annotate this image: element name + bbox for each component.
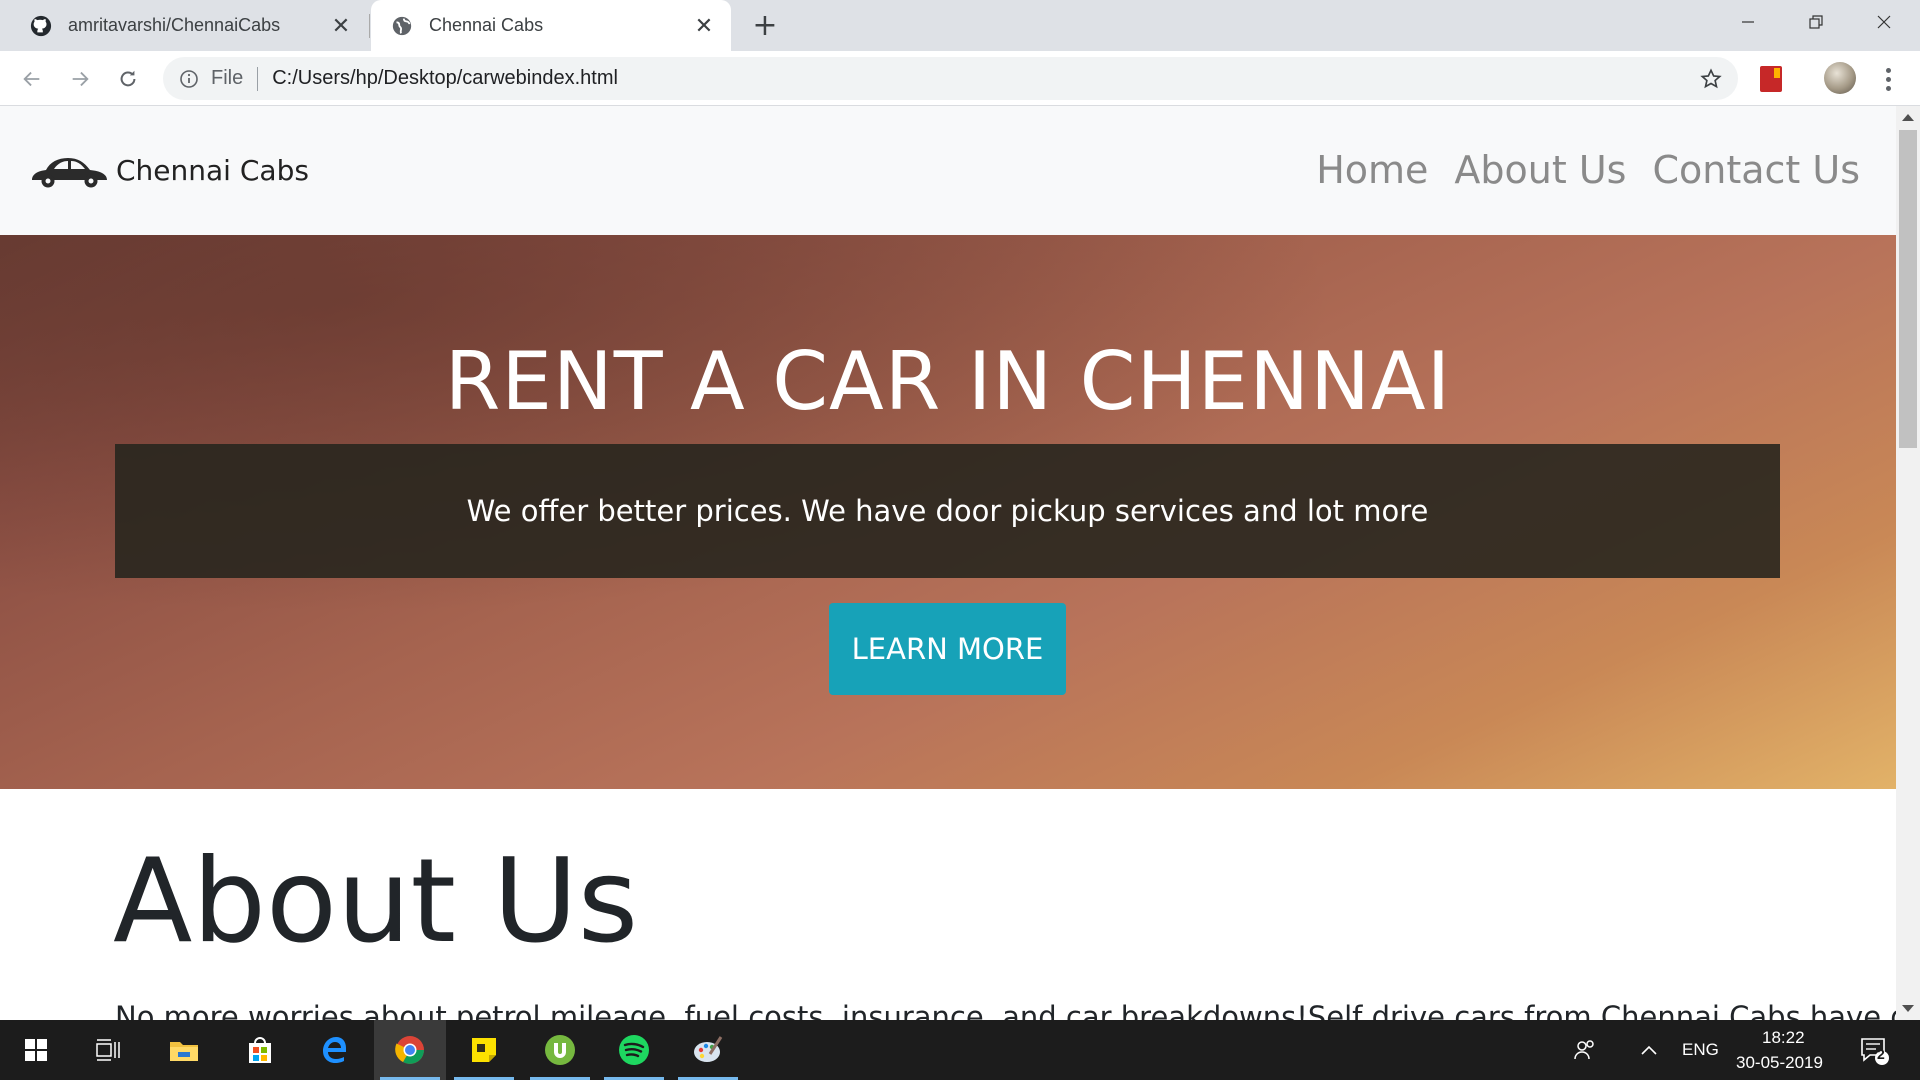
hero-section: RENT A CAR IN CHENNAI We offer better pr… — [0, 235, 1896, 789]
window-close-icon[interactable] — [1850, 0, 1918, 44]
hero-subtitle: We offer better prices. We have door pic… — [466, 494, 1429, 528]
about-paragraph: No more worries about petrol mileage, fu… — [115, 1000, 1896, 1020]
url-text[interactable]: C:/Users/hp/Desktop/carwebindex.html — [272, 67, 1696, 90]
action-center-icon[interactable]: 2 — [1844, 1020, 1904, 1080]
windows-start-icon[interactable] — [0, 1020, 72, 1080]
page-viewport: Chennai Cabs Home About Us Contact Us RE… — [0, 106, 1896, 1020]
minimize-icon[interactable] — [1714, 0, 1782, 44]
info-icon[interactable] — [177, 67, 201, 91]
nav-link-contact[interactable]: Contact Us — [1652, 148, 1860, 192]
task-view-icon[interactable] — [72, 1020, 144, 1080]
hero-banner: We offer better prices. We have door pic… — [115, 444, 1780, 578]
edge-icon[interactable] — [298, 1020, 370, 1080]
reload-icon[interactable] — [110, 61, 146, 97]
people-icon[interactable] — [1560, 1020, 1610, 1080]
globe-icon — [389, 13, 415, 39]
address-bar[interactable]: File C:/Users/hp/Desktop/carwebindex.htm… — [163, 57, 1738, 100]
browser-menu-icon[interactable] — [1876, 63, 1900, 95]
spotify-icon[interactable] — [598, 1020, 670, 1080]
back-arrow-icon[interactable] — [14, 61, 50, 97]
notification-count: 2 — [1877, 1046, 1885, 1062]
clock-time[interactable]: 18:22 — [1762, 1028, 1805, 1048]
github-icon — [28, 13, 54, 39]
site-navbar: Chennai Cabs Home About Us Contact Us — [0, 106, 1896, 235]
page-scrollbar[interactable] — [1896, 106, 1920, 1020]
language-indicator[interactable]: ENG — [1682, 1040, 1719, 1060]
forward-arrow-icon[interactable] — [62, 61, 98, 97]
extension-icon[interactable] — [1760, 66, 1782, 92]
car-logo-icon — [32, 158, 107, 188]
new-tab-button[interactable]: + — [748, 8, 782, 43]
learn-more-button[interactable]: LEARN MORE — [829, 603, 1066, 695]
tab-github[interactable]: amritavarshi/ChennaiCabs ✕ — [10, 0, 368, 51]
scheme-label: File — [211, 67, 244, 89]
restore-icon[interactable] — [1782, 0, 1850, 44]
tab-separator — [369, 14, 370, 38]
scroll-up-arrow-icon[interactable] — [1902, 114, 1914, 121]
paint-icon[interactable] — [672, 1020, 744, 1080]
file-explorer-icon[interactable] — [148, 1020, 220, 1080]
tab-title: amritavarshi/ChennaiCabs — [68, 15, 281, 35]
utorrent-icon[interactable] — [524, 1020, 596, 1080]
close-icon[interactable]: ✕ — [691, 13, 717, 39]
browser-toolbar: File C:/Users/hp/Desktop/carwebindex.htm… — [0, 51, 1920, 106]
site-brand[interactable]: Chennai Cabs — [28, 146, 309, 194]
nav-link-about[interactable]: About Us — [1454, 148, 1626, 192]
sticky-notes-icon[interactable] — [448, 1020, 520, 1080]
address-divider — [257, 66, 259, 91]
nav-link-home[interactable]: Home — [1316, 148, 1428, 192]
tab-title: Chennai Cabs — [429, 15, 544, 35]
chevron-up-icon[interactable] — [1624, 1020, 1674, 1080]
site-nav-links: Home About Us Contact Us — [1316, 148, 1860, 192]
bookmark-star-icon[interactable] — [1696, 64, 1726, 94]
scroll-down-arrow-icon[interactable] — [1902, 1005, 1914, 1012]
brand-name: Chennai Cabs — [116, 153, 309, 187]
chrome-taskbar-icon[interactable] — [374, 1020, 446, 1080]
windows-taskbar: ENG 18:22 30-05-2019 2 — [0, 1020, 1920, 1080]
hero-title: RENT A CAR IN CHENNAI — [444, 335, 1452, 428]
tab-chennai-cabs[interactable]: Chennai Cabs ✕ — [371, 0, 731, 51]
microsoft-store-icon[interactable] — [224, 1020, 296, 1080]
clock-date[interactable]: 30-05-2019 — [1736, 1053, 1823, 1073]
profile-avatar[interactable] — [1824, 62, 1856, 94]
browser-tab-bar: amritavarshi/ChennaiCabs ✕ Chennai Cabs … — [0, 0, 1920, 51]
scroll-thumb[interactable] — [1899, 130, 1917, 448]
about-heading: About Us — [113, 834, 639, 969]
close-icon[interactable]: ✕ — [328, 13, 354, 39]
